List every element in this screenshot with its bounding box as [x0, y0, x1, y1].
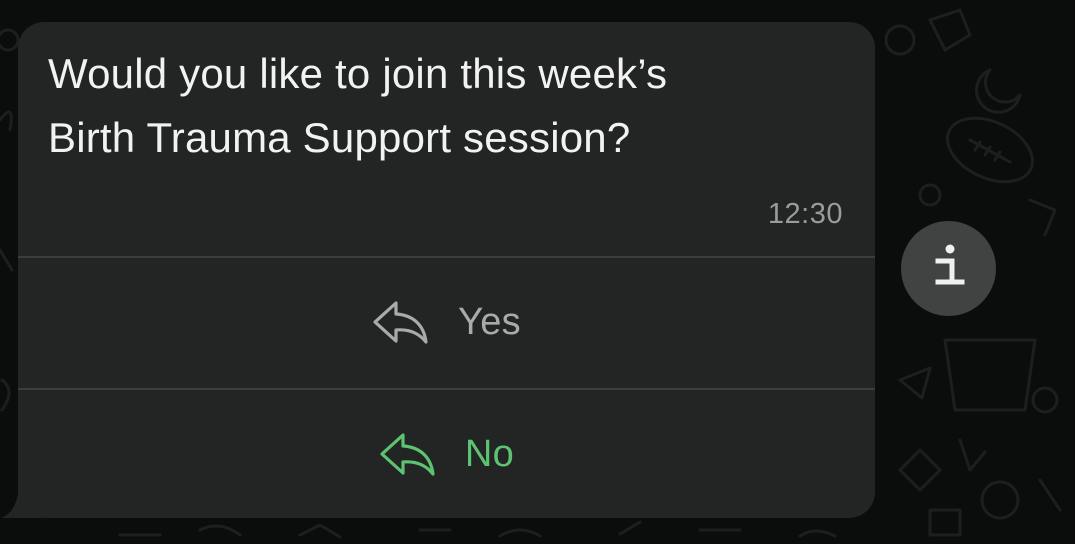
- message-bubble: Would you like to join this week’s Birth…: [18, 22, 875, 518]
- reply-arrow-icon: [379, 430, 437, 478]
- message-text-line-1: Would you like to join this week’s: [48, 50, 668, 97]
- quick-reply-yes-button[interactable]: Yes: [18, 258, 875, 386]
- message-text: Would you like to join this week’s Birth…: [48, 42, 838, 170]
- quick-reply-yes-label: Yes: [458, 300, 521, 343]
- reply-arrow-icon: [372, 298, 430, 346]
- quick-reply-no-label: No: [464, 432, 515, 475]
- message-text-line-2: Birth Trauma Support session?: [48, 114, 631, 161]
- info-icon: [929, 242, 969, 295]
- message-timestamp: 12:30: [767, 198, 843, 230]
- bubble-tail: [2, 470, 40, 518]
- quick-reply-no-button[interactable]: No: [18, 390, 875, 518]
- info-button[interactable]: [901, 221, 996, 316]
